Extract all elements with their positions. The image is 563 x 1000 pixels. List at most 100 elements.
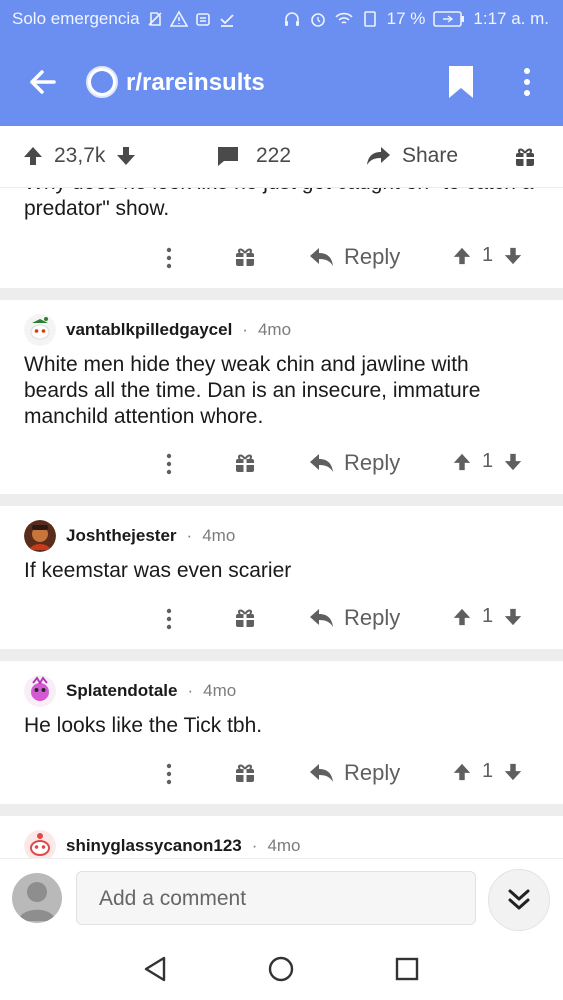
snoo-avatar-icon [24, 830, 56, 860]
user-photo-icon [24, 520, 56, 552]
status-bar: Solo emergencia 17 % 1:17 a. m. [0, 0, 563, 40]
avatar[interactable] [24, 830, 56, 860]
comment-divider [0, 494, 563, 506]
subreddit-title[interactable]: r/rareinsults [126, 69, 265, 97]
next-comment-button[interactable] [488, 869, 550, 931]
comment-upvote-button[interactable] [452, 762, 472, 782]
more-vertical-icon [166, 763, 172, 785]
subreddit-icon[interactable] [86, 66, 118, 98]
comment-more-button[interactable] [162, 452, 176, 476]
reply-button[interactable]: Reply [308, 244, 400, 270]
comment-feed: Why does he look like he just got caught… [0, 150, 563, 860]
comment-more-button[interactable] [162, 762, 176, 786]
reply-arrow-icon [310, 609, 333, 627]
upvote-arrow-icon [24, 147, 42, 165]
upvote-arrow-icon [453, 453, 471, 470]
snoo-avatar-icon [24, 314, 56, 346]
my-avatar[interactable] [12, 873, 62, 923]
comment-score: 1 [482, 450, 494, 472]
clock: 1:17 a. m. [473, 9, 549, 28]
wifi-icon [335, 12, 353, 24]
comment-score: 1 [482, 605, 494, 627]
comment-more-button[interactable] [162, 246, 176, 270]
comment-age: 4mo [203, 681, 237, 700]
comment-header: Splatendotale · 4mo [24, 675, 236, 707]
downvote-arrow-icon [504, 763, 522, 780]
back-button[interactable] [24, 62, 64, 102]
comment-award-button[interactable] [234, 762, 256, 784]
circle-home-icon [268, 956, 294, 982]
avatar[interactable] [24, 314, 56, 346]
download-done-icon [219, 14, 234, 27]
comment-divider [0, 804, 563, 816]
gift-icon [236, 764, 254, 782]
upvote-arrow-icon [453, 608, 471, 625]
comment-vote-group: 1 [452, 760, 523, 783]
square-recents-icon [395, 957, 419, 981]
more-options-button[interactable] [512, 62, 542, 102]
comments-count: 222 [256, 144, 292, 167]
comment-downvote-button[interactable] [503, 452, 523, 472]
comment-score: 1 [482, 760, 494, 782]
comment-username[interactable]: shinyglassycanon123 [66, 836, 242, 856]
post-award-button[interactable] [514, 146, 536, 168]
comment-downvote-button[interactable] [503, 762, 523, 782]
comment-item: shinyglassycanon123 · 4mo [0, 816, 563, 860]
comment-award-button[interactable] [234, 452, 256, 474]
post-vote-group: 23,7k [22, 144, 137, 168]
nav-recents-button[interactable] [390, 952, 424, 986]
nav-back-button[interactable] [138, 952, 172, 986]
bookmark-icon [449, 66, 473, 98]
comment-award-button[interactable] [234, 607, 256, 629]
comments-count-button[interactable]: 222 [216, 144, 291, 168]
more-vertical-icon [166, 608, 172, 630]
back-arrow-icon [30, 70, 56, 94]
comment-actions: Reply 1 [0, 760, 563, 790]
bookmark-button[interactable] [446, 62, 476, 102]
default-user-icon [18, 882, 56, 921]
gift-icon [236, 248, 254, 266]
reply-label: Reply [344, 760, 401, 785]
comment-award-button[interactable] [234, 246, 256, 268]
avatar[interactable] [24, 675, 56, 707]
no-sim-icon [148, 12, 162, 26]
reply-label: Reply [344, 605, 401, 630]
reply-button[interactable]: Reply [308, 450, 400, 476]
battery-icon [433, 11, 465, 27]
comment-upvote-button[interactable] [452, 246, 472, 266]
post-upvote-button[interactable] [22, 145, 44, 167]
downvote-arrow-icon [504, 247, 522, 264]
comment-actions: Reply 1 [0, 244, 563, 274]
comment-more-button[interactable] [162, 607, 176, 631]
comment-username[interactable]: vantablkpilledgaycel [66, 320, 232, 340]
comment-bubble-icon [218, 147, 238, 166]
reply-button[interactable]: Reply [308, 605, 400, 631]
carrier-label: Solo emergencia [12, 9, 140, 28]
comment-username[interactable]: Joshthejester [66, 526, 177, 546]
comment-username[interactable]: Splatendotale [66, 681, 177, 701]
comment-divider [0, 649, 563, 661]
comment-age: 4mo [257, 320, 292, 339]
comment-actions: Reply 1 [0, 605, 563, 635]
comment-age: 4mo [267, 836, 301, 855]
comment-upvote-button[interactable] [452, 607, 472, 627]
reply-button[interactable]: Reply [308, 760, 400, 786]
warning-icon [169, 10, 188, 27]
nav-home-button[interactable] [264, 952, 298, 986]
share-arrow-icon [367, 147, 390, 165]
comment-upvote-button[interactable] [452, 452, 472, 472]
more-vertical-icon [524, 68, 530, 96]
downvote-arrow-icon [504, 453, 522, 470]
alarm-icon [310, 13, 325, 27]
add-comment-input[interactable]: Add a comment [76, 871, 476, 925]
triangle-back-icon [144, 956, 166, 982]
post-downvote-button[interactable] [115, 145, 137, 167]
comment-item: Splatendotale · 4mo He looks like the Ti… [0, 661, 563, 804]
avatar[interactable] [24, 520, 56, 552]
share-button[interactable]: Share [366, 144, 458, 168]
comment-downvote-button[interactable] [503, 607, 523, 627]
comment-score: 1 [482, 244, 494, 266]
toolbar: r/rareinsults [0, 40, 563, 126]
sim-icon [363, 11, 376, 27]
comment-downvote-button[interactable] [503, 246, 523, 266]
